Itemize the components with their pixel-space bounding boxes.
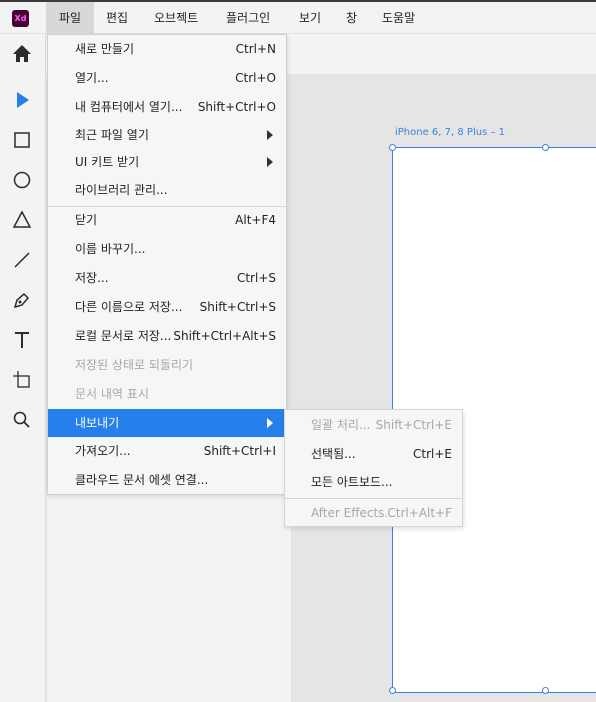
file-menu: 새로 만들기 Ctrl+N 열기... Ctrl+O 내 컴퓨터에서 열기...… [47, 34, 287, 495]
home-icon[interactable] [8, 40, 36, 68]
submenu-arrow-icon [267, 130, 273, 140]
menu-object[interactable]: 오브젝트 [154, 2, 198, 34]
rectangle-icon[interactable] [8, 126, 36, 154]
menu-plugins[interactable]: 플러그인 [226, 2, 270, 34]
artboard-handle-bottom-left[interactable] [389, 687, 396, 694]
line-icon[interactable] [8, 246, 36, 274]
submenu-item-batch: 일괄 처리... Shift+Ctrl+E [311, 418, 452, 432]
menu-item-revert: 저장된 상태로 되돌리기 [75, 358, 194, 372]
submenu-arrow-icon [267, 157, 273, 167]
artboard-label[interactable]: iPhone 6, 7, 8 Plus – 1 [395, 127, 505, 138]
menu-edit[interactable]: 편집 [106, 2, 128, 34]
ellipse-icon[interactable] [8, 166, 36, 194]
export-submenu: 일괄 처리... Shift+Ctrl+E 선택됨... Ctrl+E 모든 아… [284, 409, 463, 527]
menu-item-close[interactable]: 닫기 Alt+F4 [48, 206, 286, 234]
pen-icon[interactable] [8, 286, 36, 314]
menu-item-link-cloud-assets[interactable]: 클라우드 문서 에셋 연결... [48, 466, 286, 494]
menu-bar: Xd 파일 편집 오브젝트 플러그인 보기 창 도움말 [0, 2, 596, 34]
menu-item-open-local[interactable]: 내 컴퓨터에서 열기... Shift+Ctrl+O [48, 93, 286, 121]
menu-window[interactable]: 창 [346, 2, 357, 34]
menu-item-import[interactable]: 가져오기... Shift+Ctrl+I [48, 437, 286, 465]
tool-bar [0, 34, 46, 702]
submenu-item-all-artboards[interactable]: 모든 아트보드... [285, 468, 462, 496]
artboard-handle-top-left[interactable] [389, 144, 396, 151]
menu-item-manage-libraries[interactable]: 라이브러리 관리... [48, 176, 286, 204]
menu-item-new[interactable]: 새로 만들기 Ctrl+N [48, 35, 286, 63]
menu-item-save-local[interactable]: 로컬 문서로 저장... Shift+Ctrl+Alt+S [48, 322, 286, 350]
menu-view[interactable]: 보기 [299, 2, 321, 34]
menu-item-open-recent[interactable]: 최근 파일 열기 [48, 121, 286, 149]
artboard-handle-top-center[interactable] [542, 144, 549, 151]
select-icon[interactable] [8, 86, 36, 114]
text-icon[interactable] [8, 326, 36, 354]
triangle-icon[interactable] [8, 206, 36, 234]
xd-logo-icon: Xd [12, 10, 29, 27]
menu-item-version-history: 문서 내역 표시 [75, 387, 149, 401]
menu-item-export[interactable]: 내보내기 [48, 409, 286, 437]
menu-item-save[interactable]: 저장... Ctrl+S [48, 264, 286, 292]
artboard-handle-bottom-center[interactable] [542, 687, 549, 694]
menu-item-rename[interactable]: 이름 바꾸기... [48, 235, 286, 263]
submenu-item-selected[interactable]: 선택됨... Ctrl+E [285, 440, 462, 468]
menu-item-save-as[interactable]: 다른 이름으로 저장... Shift+Ctrl+S [48, 293, 286, 321]
zoom-icon[interactable] [8, 406, 36, 434]
artboard-icon[interactable] [8, 366, 36, 394]
submenu-item-after-effects: After Effects... Ctrl+Alt+F [311, 506, 452, 520]
menu-help[interactable]: 도움말 [382, 2, 415, 34]
menu-backdrop [47, 495, 291, 702]
menu-item-open[interactable]: 열기... Ctrl+O [48, 64, 286, 92]
submenu-arrow-icon [267, 418, 273, 428]
menu-file[interactable]: 파일 [46, 2, 94, 34]
menu-item-get-ui-kits[interactable]: UI 키트 받기 [48, 148, 286, 176]
